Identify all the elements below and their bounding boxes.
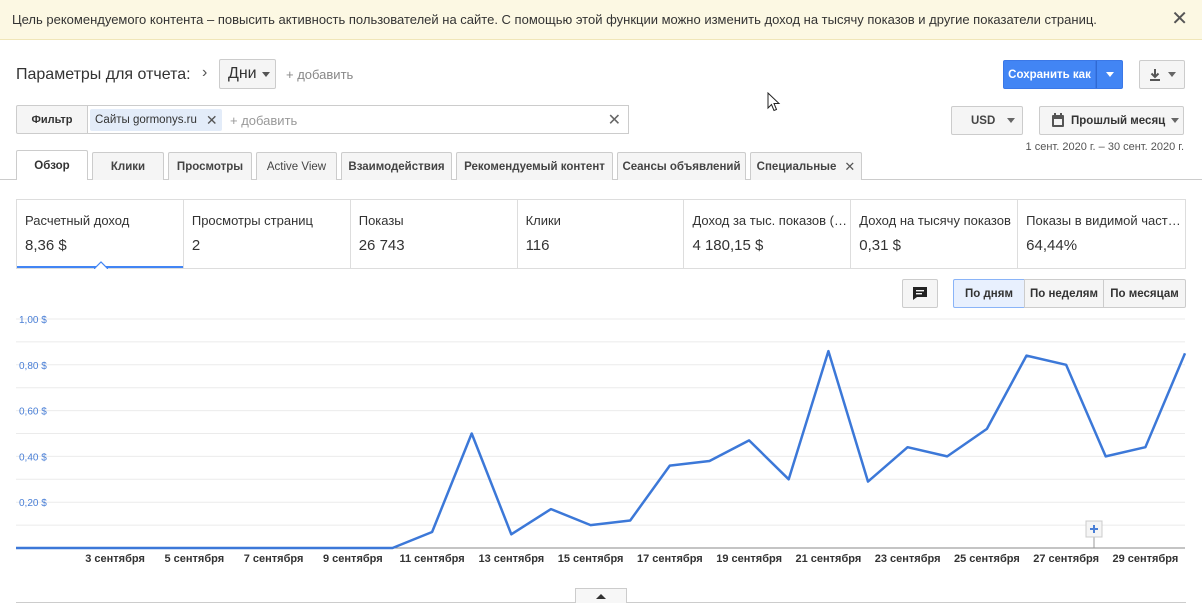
metric-value: 64,44% <box>1026 237 1078 254</box>
chevron-down-icon <box>1168 72 1176 77</box>
mouse-cursor-icon <box>767 92 781 112</box>
filter-add-input[interactable]: + добавить <box>230 113 297 128</box>
y-tick-label: 0,60 $ <box>19 407 47 418</box>
save-as-dropdown-button[interactable] <box>1096 60 1123 89</box>
tab-label: Сеансы объявлений <box>622 160 741 173</box>
metric-value: 8,36 $ <box>25 237 67 254</box>
series-line <box>16 349 1187 550</box>
tab-label: Специальные <box>756 160 837 173</box>
chevron-up-icon <box>596 594 606 599</box>
tab-active-view[interactable]: Active View <box>256 152 337 180</box>
tab-custom[interactable]: Специальные ✕ <box>750 152 862 180</box>
metric-value: 4 180,15 $ <box>692 237 764 254</box>
metrics-bar: Расчетный доход 8,36 $ Просмотры страниц… <box>16 199 1186 269</box>
tab-label: Клики <box>110 160 146 173</box>
x-tick-label: 5 сентября <box>164 553 224 565</box>
x-tick-label: 17 сентября <box>637 553 703 565</box>
x-tick-label: 13 сентября <box>478 553 544 565</box>
metric-label: Доход за тыс. показов (RPM) <box>692 213 847 228</box>
chevron-down-icon <box>1007 118 1016 123</box>
close-icon[interactable]: ✕ <box>1171 9 1188 29</box>
tab-label: Взаимодействия <box>348 160 445 173</box>
tab-label: Рекомендуемый контент <box>464 160 605 173</box>
x-tick-label: 23 сентября <box>875 553 941 565</box>
metric-value: 116 <box>525 237 550 254</box>
filter-input-box[interactable]: Сайты gormonys.ru ✕ + добавить ✕ <box>88 105 629 134</box>
x-tick-label: 11 сентября <box>399 553 464 565</box>
currency-value: USD <box>971 114 996 127</box>
metric-label: Расчетный доход <box>25 213 130 228</box>
metric-card[interactable]: Просмотры страниц 2 <box>184 200 351 268</box>
tab-views[interactable]: Просмотры <box>168 152 252 180</box>
granularity-months-button[interactable]: По месяцам <box>1103 279 1186 308</box>
remove-chip-icon[interactable]: ✕ <box>206 112 218 129</box>
x-tick-label: 3 сентября <box>85 553 145 565</box>
y-tick-label: 0,20 $ <box>19 498 47 509</box>
metric-value: 26 743 <box>358 237 405 254</box>
metric-card[interactable]: Показы 26 743 <box>351 200 518 268</box>
currency-select[interactable]: USD <box>951 106 1023 135</box>
chevron-down-icon <box>1171 118 1180 123</box>
annotations-button[interactable] <box>902 279 938 308</box>
metric-value: 2 <box>191 237 201 254</box>
dimension-select[interactable]: Дни <box>219 59 276 89</box>
tab-label: Просмотры <box>176 160 244 173</box>
metric-label: Просмотры страниц <box>191 213 313 228</box>
y-tick-label: 1,00 $ <box>19 315 47 326</box>
filter-button[interactable]: Фильтр <box>16 105 88 134</box>
date-period-select[interactable]: Прошлый месяц <box>1039 106 1184 135</box>
metric-card[interactable]: Клики 116 <box>518 200 685 268</box>
info-banner: Цель рекомендуемого контента – повысить … <box>0 0 1202 40</box>
tab-label: Обзор <box>34 159 70 172</box>
granularity-weeks-button[interactable]: По неделям <box>1024 279 1104 308</box>
chevron-right-icon: › <box>202 64 208 81</box>
download-icon <box>1150 68 1160 81</box>
x-tick-label: 15 сентября <box>558 553 624 565</box>
x-tick-label: 7 сентября <box>244 553 304 565</box>
save-as-button[interactable]: Сохранить как <box>1003 60 1096 89</box>
metric-card[interactable]: Расчетный доход 8,36 $ <box>17 200 184 268</box>
filter-chip: Сайты gormonys.ru ✕ <box>90 109 222 131</box>
period-value: Прошлый месяц <box>1071 114 1166 127</box>
filter-chip-label: Сайты gormonys.ru <box>95 114 197 126</box>
x-tick-label: 21 сентября <box>795 553 861 565</box>
tab-interactions[interactable]: Взаимодействия <box>341 152 452 180</box>
x-tick-label: 27 сентября <box>1033 553 1099 565</box>
x-tick-label: 25 сентября <box>954 553 1020 565</box>
revenue-line-chart: 0,20 $ 0,40 $ 0,60 $ 0,80 $ 1,00 $ 3 сентября… <box>16 315 1187 565</box>
tab-ad-sessions[interactable]: Сеансы объявлений <box>617 152 746 180</box>
y-tick-label: 0,80 $ <box>19 361 47 372</box>
granularity-days-button[interactable]: По дням <box>953 279 1025 308</box>
comment-icon <box>913 287 927 300</box>
date-range-text: 1 сент. 2020 г. – 30 сент. 2020 г. <box>1025 141 1184 153</box>
metric-card[interactable]: Доход за тыс. показов (RPM) 4 180,15 $ <box>684 200 852 268</box>
x-tick-label: 19 сентября <box>716 553 782 565</box>
banner-text: Цель рекомендуемого контента – повысить … <box>12 12 1097 27</box>
metric-label: Доход на тысячу показов <box>859 213 1011 228</box>
tab-recommended-content[interactable]: Рекомендуемый контент <box>456 152 613 180</box>
clear-filter-icon[interactable]: ✕ <box>608 110 621 130</box>
metric-label: Показы <box>358 213 404 228</box>
collapse-chart-button[interactable] <box>575 588 627 603</box>
report-params-label: Параметры для отчета: <box>16 66 191 83</box>
close-tab-icon[interactable]: ✕ <box>844 159 855 175</box>
tab-label: Active View <box>266 160 327 173</box>
x-tick-label: 29 сентября <box>1112 553 1178 565</box>
calendar-icon <box>1052 113 1064 127</box>
active-metric-pointer-icon <box>94 261 108 269</box>
chevron-down-icon <box>261 71 270 77</box>
y-tick-label: 0,40 $ <box>19 452 47 463</box>
metric-card[interactable]: Доход на тысячу показов 0,31 $ <box>851 200 1019 268</box>
add-dimension-link[interactable]: + добавить <box>286 67 353 82</box>
metric-label: Клики <box>525 213 561 228</box>
tab-overview[interactable]: Обзор <box>16 150 88 180</box>
metric-label: Показы в видимой части экрана <box>1026 213 1181 228</box>
tab-clicks[interactable]: Клики <box>92 152 164 180</box>
metric-card[interactable]: Показы в видимой части экрана 64,44% <box>1018 200 1185 268</box>
download-button[interactable] <box>1139 60 1185 89</box>
metric-value: 0,31 $ <box>859 237 902 254</box>
chevron-down-icon <box>1105 72 1114 77</box>
x-tick-label: 9 сентября <box>323 553 383 565</box>
dimension-value: Дни <box>228 65 257 82</box>
